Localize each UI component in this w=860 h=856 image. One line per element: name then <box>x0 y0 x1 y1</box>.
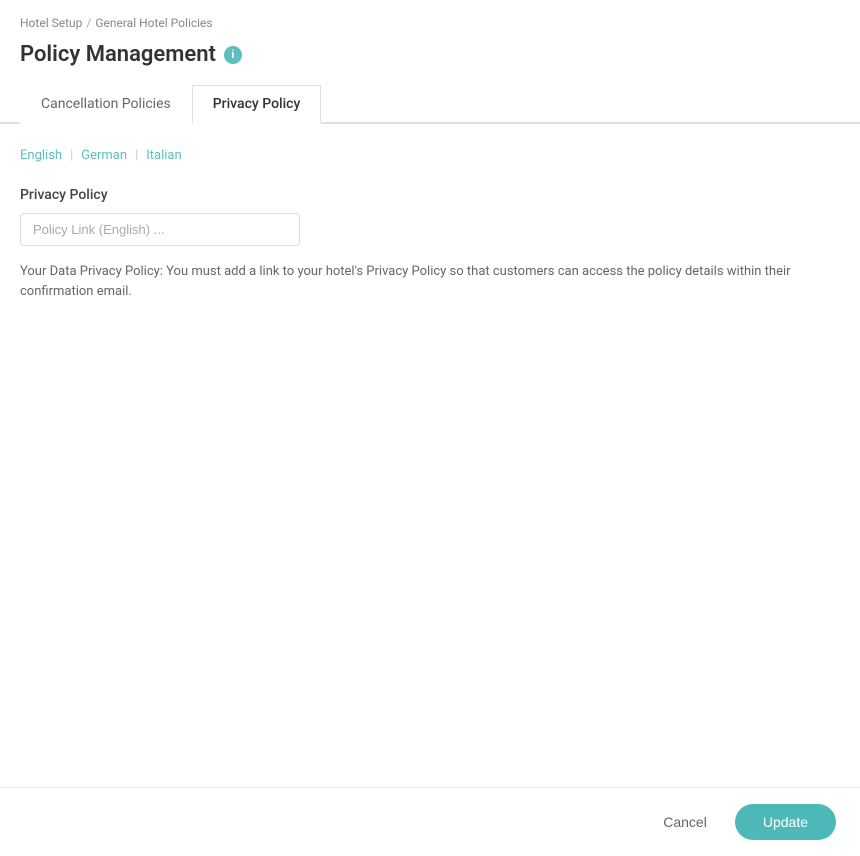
tabs-container: Cancellation Policies Privacy Policy <box>0 83 860 124</box>
content-area: English | German | Italian Privacy Polic… <box>0 124 860 787</box>
lang-separator-1: | <box>70 148 73 163</box>
page-header: Policy Management i <box>0 38 860 83</box>
update-button[interactable]: Update <box>735 804 836 840</box>
info-icon[interactable]: i <box>224 46 242 64</box>
breadcrumb: Hotel Setup / General Hotel Policies <box>0 0 860 38</box>
language-german[interactable]: German <box>81 148 127 163</box>
page-title: Policy Management <box>20 42 216 67</box>
language-english[interactable]: English <box>20 148 62 163</box>
breadcrumb-current: General Hotel Policies <box>95 16 212 30</box>
privacy-policy-section: Privacy Policy Your Data Privacy Policy:… <box>20 187 840 301</box>
lang-separator-2: | <box>135 148 138 163</box>
policy-link-input[interactable] <box>20 213 300 246</box>
tab-cancellation-policies[interactable]: Cancellation Policies <box>20 85 192 124</box>
breadcrumb-separator: / <box>86 16 91 30</box>
privacy-policy-info-text: Your Data Privacy Policy: You must add a… <box>20 262 840 301</box>
language-switcher: English | German | Italian <box>20 148 840 163</box>
tab-privacy-policy[interactable]: Privacy Policy <box>192 85 322 124</box>
footer: Cancel Update <box>0 787 860 856</box>
privacy-policy-label: Privacy Policy <box>20 187 840 203</box>
cancel-button[interactable]: Cancel <box>647 806 723 838</box>
page-container: Hotel Setup / General Hotel Policies Pol… <box>0 0 860 856</box>
breadcrumb-parent[interactable]: Hotel Setup <box>20 16 82 30</box>
language-italian[interactable]: Italian <box>146 148 181 163</box>
